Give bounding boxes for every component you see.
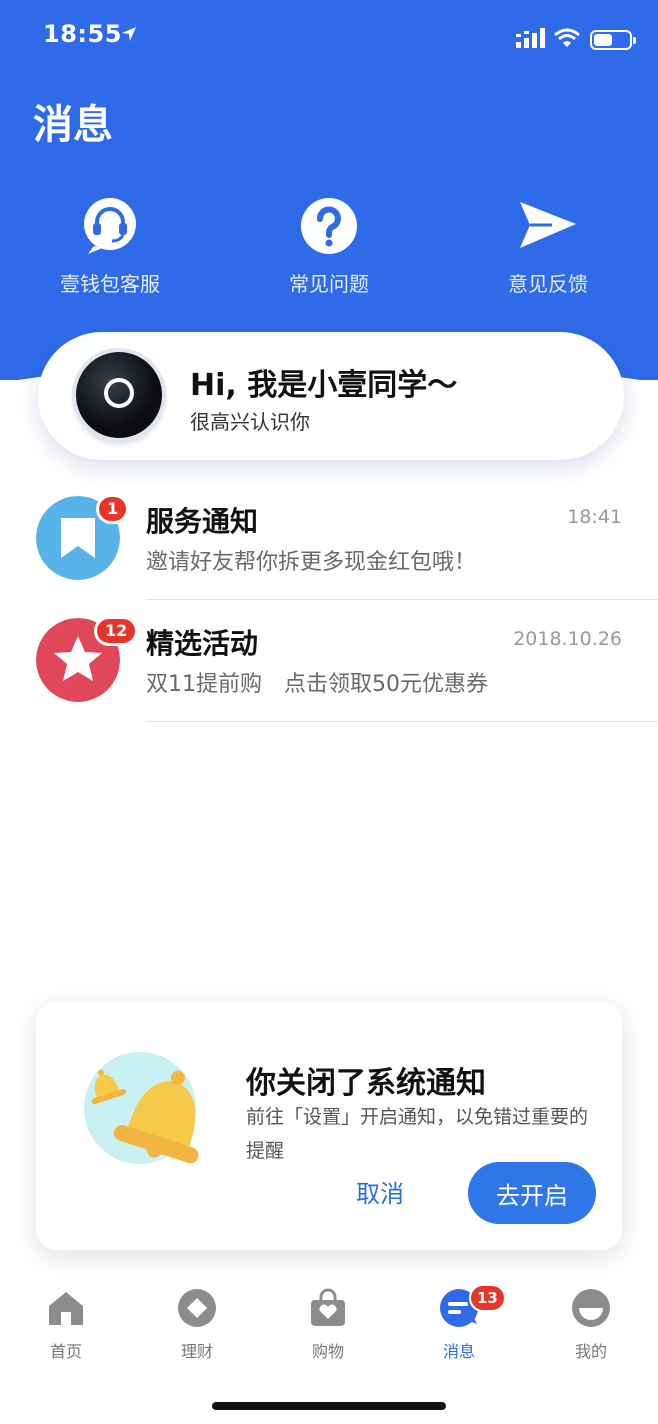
assistant-card[interactable]: Hi, 我是小壹同学～ 很高兴认识你 <box>38 332 624 460</box>
assistant-avatar <box>76 352 162 438</box>
notice-title: 你关闭了系统通知 <box>246 1066 486 1101</box>
battery-icon <box>590 30 636 50</box>
location-arrow-icon <box>122 27 136 41</box>
message-preview: 邀请好友帮你拆更多现金红包哦！ <box>146 550 477 575</box>
shopping-bag-icon <box>311 1288 345 1326</box>
tab-shopping[interactable]: 购物 <box>278 1288 378 1362</box>
message-title: 服务通知 <box>146 505 259 538</box>
send-icon <box>520 202 576 248</box>
question-icon <box>301 198 357 254</box>
list-divider <box>146 721 658 722</box>
message-time: 2018.10.26 <box>513 628 622 650</box>
quick-action-label: 常见问题 <box>289 272 369 296</box>
assistant-greeting: Hi, 我是小壹同学～ <box>190 368 458 403</box>
home-icon <box>49 1292 83 1325</box>
message-preview: 双11提前购 点击领取50元优惠券 <box>146 672 488 697</box>
tab-finance[interactable]: 理财 <box>147 1288 247 1362</box>
quick-action-label: 壹钱包客服 <box>60 272 160 296</box>
home-indicator[interactable] <box>212 1402 446 1410</box>
notice-description: 前往「设置」开启通知，以免错过重要的提醒 <box>246 1106 589 1162</box>
status-time: 18:55 <box>43 20 122 48</box>
tab-profile[interactable]: 我的 <box>541 1288 641 1362</box>
profile-icon <box>572 1289 610 1327</box>
bell-illustration-icon <box>84 1052 199 1164</box>
quick-action-customer-service[interactable]: 壹钱包客服 <box>30 196 190 297</box>
quick-action-feedback[interactable]: 意见反馈 <box>468 196 628 297</box>
assistant-subtitle: 很高兴认识你 <box>190 410 310 434</box>
quick-action-label: 意见反馈 <box>508 272 588 296</box>
page-title: 消息 <box>33 102 113 148</box>
tab-home[interactable]: 首页 <box>16 1288 116 1362</box>
headset-icon <box>84 198 136 254</box>
tab-label: 购物 <box>311 1342 344 1361</box>
tab-label: 首页 <box>49 1342 82 1361</box>
header-background <box>0 0 658 482</box>
cancel-button[interactable]: 取消 <box>356 1174 404 1209</box>
unread-badge: 1 <box>96 494 130 524</box>
notification-disabled-dialog: 你关闭了系统通知 前往「设置」开启通知，以免错过重要的提醒 取消 去开启 <box>36 1002 622 1250</box>
message-title: 精选活动 <box>146 627 259 660</box>
tab-messages[interactable]: 13 消息 <box>409 1284 509 1362</box>
wifi-icon <box>554 28 580 47</box>
message-item-service[interactable]: 1 服务通知 18:41 邀请好友帮你拆更多现金红包哦！ <box>0 478 658 600</box>
cellular-signal-icon <box>516 28 545 48</box>
quick-action-faq[interactable]: 常见问题 <box>249 196 409 297</box>
tab-unread-badge: 13 <box>469 1284 506 1312</box>
tab-label: 我的 <box>574 1342 607 1361</box>
message-item-promotions[interactable]: 12 精选活动 2018.10.26 双11提前购 点击领取50元优惠券 <box>0 600 658 722</box>
message-time: 18:41 <box>567 506 622 528</box>
enable-notifications-button[interactable]: 去开启 <box>468 1162 596 1224</box>
unread-badge: 12 <box>94 616 139 646</box>
finance-icon <box>178 1289 216 1327</box>
tab-label: 消息 <box>442 1342 475 1361</box>
tab-label: 理财 <box>180 1342 213 1361</box>
